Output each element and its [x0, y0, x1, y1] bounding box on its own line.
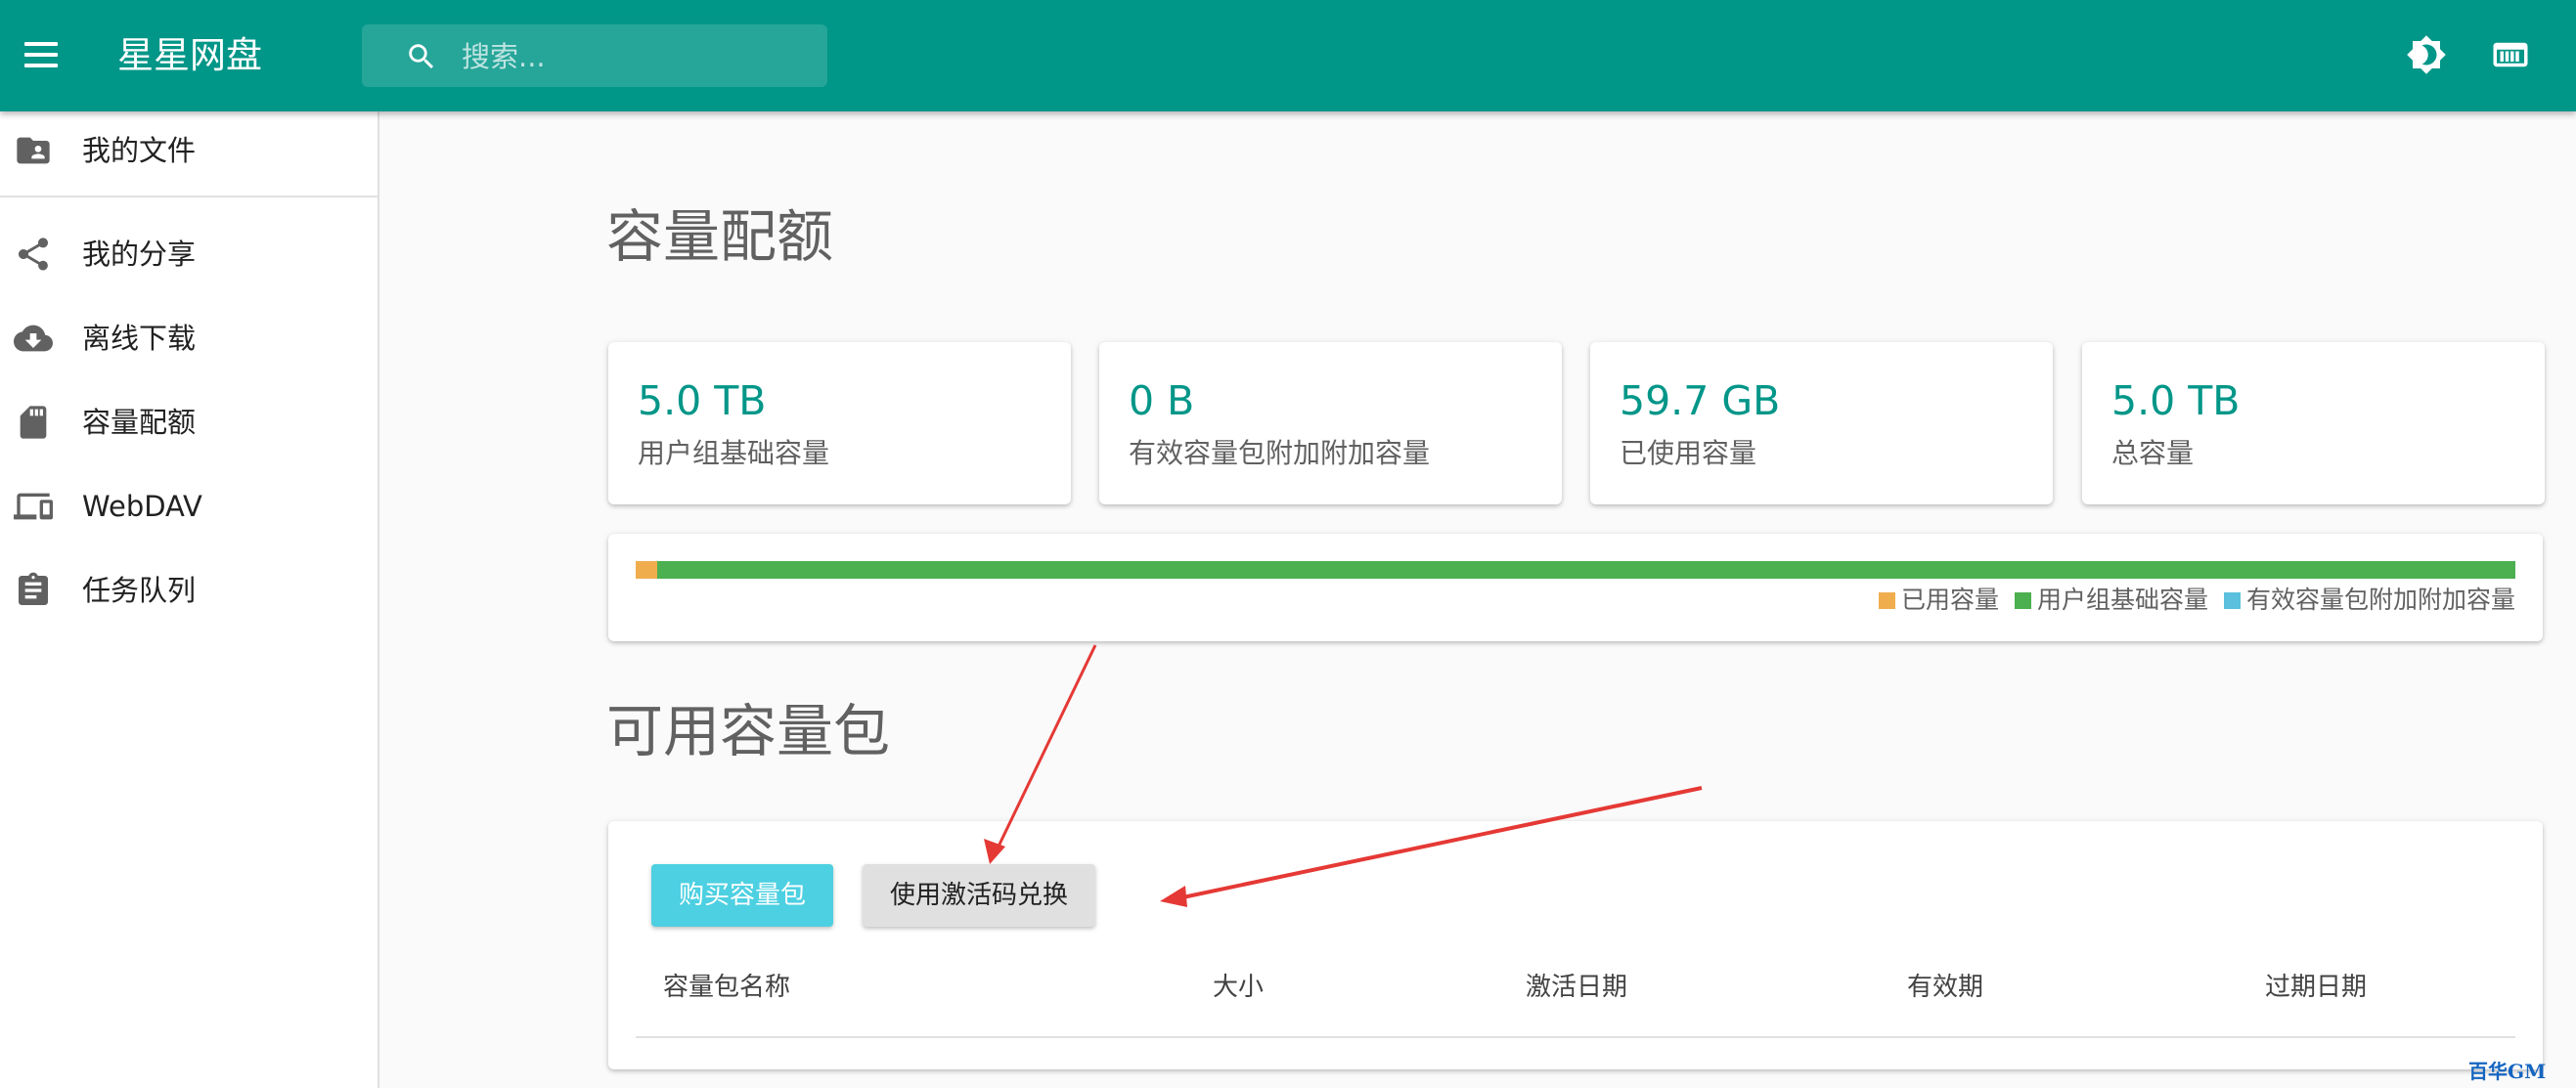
sd-card-icon [20, 406, 47, 439]
folder-shared-icon [17, 137, 50, 164]
stat-card-used: 59.7 GB 已使用容量 [1590, 342, 2053, 504]
table-header-validity[interactable]: 有效期 [1907, 968, 1983, 1007]
sidebar: 我的文件 我的分享 离线下载 容量配额 WebDAV 任务队列 [0, 111, 379, 1088]
cloud-download-icon [14, 325, 53, 352]
sidebar-item-my-files[interactable]: 我的文件 [0, 111, 378, 190]
assignment-icon [19, 572, 48, 605]
stat-label: 总容量 [2111, 437, 2195, 469]
share-icon [19, 238, 48, 271]
stat-label: 用户组基础容量 [638, 437, 830, 469]
stat-value: 5.0 TB [2111, 377, 2241, 424]
packs-heading: 可用容量包 [606, 698, 891, 764]
sidebar-item-label: WebDAV [82, 490, 202, 523]
sidebar-item-quota[interactable]: 容量配额 [0, 383, 378, 461]
sidebar-item-my-shares[interactable]: 我的分享 [0, 215, 378, 293]
search-icon [409, 44, 434, 69]
sidebar-item-offline-download[interactable]: 离线下载 [0, 299, 378, 377]
usage-bar-used [636, 561, 658, 579]
stat-label: 有效容量包附加附加容量 [1129, 437, 1431, 469]
devices-icon [14, 493, 53, 520]
table-header-size[interactable]: 大小 [1213, 968, 1264, 1007]
sidebar-item-label: 容量配额 [82, 406, 197, 439]
app-bar: 星星网盘 [0, 0, 2576, 111]
usage-card: 已用容量 用户组基础容量 有效容量包附加附加容量 [608, 534, 2543, 641]
stat-label: 已使用容量 [1620, 437, 1757, 469]
brightness-icon[interactable] [2406, 34, 2447, 75]
packs-card: 购买容量包 使用激活码兑换 容量包名称 大小 激活日期 有效期 过期日期 [608, 821, 2543, 1069]
usage-bar-base [657, 561, 2515, 579]
legend-label: 已用容量 [1900, 586, 1999, 614]
table-divider [636, 1036, 2515, 1038]
stat-card-total: 5.0 TB 总容量 [2082, 342, 2545, 504]
stat-card-pack: 0 B 有效容量包附加附加容量 [1099, 342, 1562, 504]
sidebar-item-task-queue[interactable]: 任务队列 [0, 551, 378, 630]
stat-value: 59.7 GB [1620, 377, 1781, 424]
legend-item-base: 用户组基础容量 [2014, 581, 2208, 620]
menu-icon[interactable] [22, 38, 61, 73]
legend-item-pack: 有效容量包附加附加容量 [2223, 581, 2515, 620]
legend-swatch [2223, 591, 2241, 609]
sidebar-item-label: 任务队列 [82, 574, 197, 607]
legend-swatch [1878, 591, 1895, 609]
legend-label: 有效容量包附加附加容量 [2245, 586, 2515, 614]
sidebar-item-label: 我的文件 [82, 134, 197, 167]
legend-label: 用户组基础容量 [2036, 586, 2208, 614]
legend-item-used: 已用容量 [1878, 581, 1999, 620]
stat-value: 5.0 TB [638, 377, 767, 424]
sidebar-item-label: 离线下载 [82, 322, 197, 355]
table-header-activation-date[interactable]: 激活日期 [1526, 968, 1627, 1007]
stat-card-base: 5.0 TB 用户组基础容量 [608, 342, 1071, 504]
buy-pack-button[interactable]: 购买容量包 [651, 864, 833, 927]
stat-value: 0 B [1129, 377, 1195, 424]
watermark: 百华GM [2468, 1060, 2547, 1083]
app-title[interactable]: 星星网盘 [117, 29, 262, 82]
search-input[interactable] [460, 24, 816, 89]
sidebar-divider [0, 196, 378, 197]
quota-heading: 容量配额 [606, 203, 834, 270]
sidebar-item-webdav[interactable]: WebDAV [0, 467, 378, 545]
usage-bar [636, 561, 2515, 579]
redeem-code-button[interactable]: 使用激活码兑换 [863, 864, 1095, 927]
search-box[interactable] [362, 24, 827, 89]
sidebar-item-label: 我的分享 [82, 238, 197, 271]
usage-legend: 已用容量 用户组基础容量 有效容量包附加附加容量 [1863, 581, 2515, 620]
table-header-expiry-date[interactable]: 过期日期 [2265, 968, 2367, 1007]
legend-swatch [2014, 591, 2031, 609]
keyboard-icon[interactable] [2490, 34, 2531, 75]
table-header-name[interactable]: 容量包名称 [663, 968, 790, 1007]
